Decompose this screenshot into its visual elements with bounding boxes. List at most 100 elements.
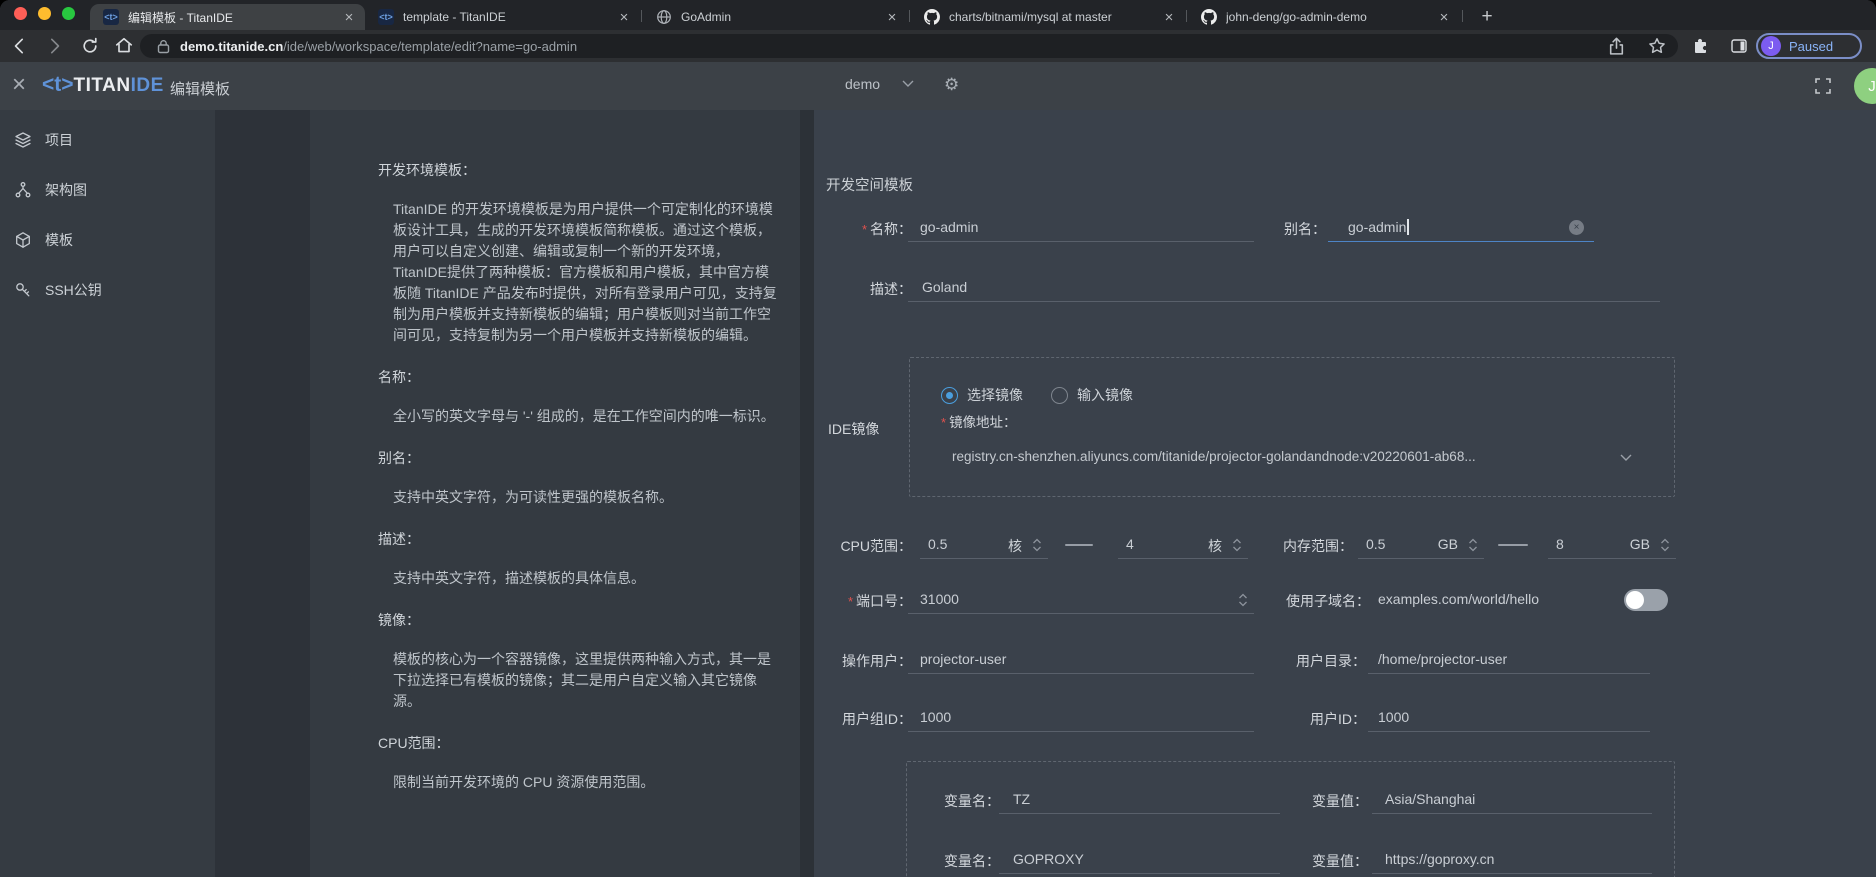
sidebar-item-architecture[interactable]: 架构图: [0, 178, 215, 202]
sidebar-item-templates[interactable]: 模板: [0, 228, 215, 252]
key-icon: [14, 281, 32, 299]
group-id-input[interactable]: 1000: [908, 703, 1254, 732]
user-dir-value: /home/projector-user: [1378, 651, 1507, 667]
env-value-value: Asia/Shanghai: [1385, 791, 1475, 807]
env-name-input[interactable]: TZ: [999, 785, 1280, 814]
help-panel: 开发环境模板： TitanIDE 的开发环境模板是为用户提供一个可定制化的环境模…: [310, 110, 800, 877]
user-dir-input[interactable]: /home/projector-user: [1368, 645, 1650, 674]
sidebar-item-projects[interactable]: 项目: [0, 128, 215, 152]
env-name-input[interactable]: GOPROXY: [999, 845, 1280, 874]
port-input[interactable]: 31000: [908, 585, 1254, 614]
app-body: 项目 架构图 模板 SSH公钥: [0, 110, 1876, 877]
memory-max-input[interactable]: 8 GB: [1548, 530, 1676, 559]
tab-close-icon[interactable]: ×: [341, 9, 357, 26]
sidebar-item-label: 模板: [45, 230, 73, 250]
description-input[interactable]: Goland: [908, 273, 1660, 302]
side-panel-icon[interactable]: [1730, 37, 1748, 55]
env-name-value: TZ: [1013, 791, 1030, 807]
page-title: 编辑模板: [170, 78, 230, 99]
address-bar[interactable]: demo.titanide.cn/ide/web/workspace/templ…: [140, 34, 1678, 58]
user-id-value: 1000: [1378, 709, 1409, 725]
tab-close-icon[interactable]: ×: [616, 9, 632, 26]
radio-input-image[interactable]: [1051, 387, 1068, 404]
memory-range-label: 内存范围：: [1253, 536, 1353, 556]
tab-goadmin[interactable]: GoAdmin ×: [643, 4, 908, 30]
github-favicon: [924, 9, 940, 25]
tab-separator: [909, 10, 910, 22]
github-favicon: [1201, 9, 1217, 25]
sidebar-item-label: SSH公钥: [45, 280, 102, 300]
home-icon[interactable]: [114, 36, 134, 56]
port-label: *端口号：: [794, 591, 912, 611]
tab-close-icon[interactable]: ×: [1161, 9, 1177, 26]
image-address-label-row: *镜像地址：: [814, 411, 1694, 435]
forward-icon[interactable]: [44, 36, 64, 56]
alias-label: 别名：: [1254, 219, 1326, 239]
operate-user-label: 操作用户：: [794, 651, 912, 671]
minimize-window-button[interactable]: [38, 7, 51, 20]
maximize-window-button[interactable]: [62, 7, 75, 20]
tab-separator: [1186, 10, 1187, 22]
image-source-radio-group: 选择镜像 输入镜像: [941, 383, 1161, 407]
radio-select-image[interactable]: [941, 387, 958, 404]
close-editor-icon[interactable]: ×: [12, 70, 26, 100]
fullscreen-icon[interactable]: [1813, 76, 1833, 96]
user-dir-label: 用户目录：: [1254, 651, 1366, 671]
close-window-button[interactable]: [14, 7, 27, 20]
profile-avatar: J: [1761, 36, 1781, 56]
back-icon[interactable]: [10, 36, 30, 56]
operate-user-value: projector-user: [920, 651, 1006, 667]
extensions-puzzle-icon[interactable]: [1692, 37, 1710, 55]
chevron-down-icon[interactable]: [1620, 454, 1632, 462]
memory-min-value: 0.5: [1366, 536, 1385, 552]
image-address-label: *镜像地址：: [941, 411, 1017, 431]
window-controls[interactable]: [14, 7, 75, 20]
tab-close-icon[interactable]: ×: [1436, 9, 1452, 26]
alias-input[interactable]: go-admin: [1328, 213, 1594, 242]
screen: <t> 编辑模板 - TitanIDE × <t> template - Tit…: [0, 0, 1876, 877]
tab-edit-template[interactable]: <t> 编辑模板 - TitanIDE ×: [90, 4, 365, 30]
image-address-value[interactable]: registry.cn-shenzhen.aliyuncs.com/titani…: [952, 449, 1476, 464]
reload-icon[interactable]: [80, 36, 100, 56]
app-header: × <t> TITAN IDE 编辑模板 demo ⚙ J: [0, 62, 1876, 110]
cpu-unit: 核: [1208, 536, 1222, 556]
stepper-icon[interactable]: [1660, 537, 1670, 553]
stepper-icon[interactable]: [1238, 592, 1248, 608]
tab-template[interactable]: <t> template - TitanIDE ×: [365, 4, 640, 30]
tab-github-demo[interactable]: john-deng/go-admin-demo ×: [1188, 4, 1460, 30]
branch-icon: [14, 181, 32, 199]
settings-gear-icon[interactable]: ⚙: [944, 75, 959, 95]
memory-min-input[interactable]: 0.5 GB: [1358, 530, 1484, 559]
stepper-icon[interactable]: [1032, 537, 1042, 553]
new-tab-button[interactable]: +: [1474, 4, 1500, 30]
subdomain-value: examples.com/world/hello: [1378, 591, 1539, 607]
name-input[interactable]: go-admin: [908, 213, 1254, 242]
operate-user-input[interactable]: projector-user: [908, 645, 1254, 674]
help-heading: 描述：: [378, 529, 780, 549]
sidebar-item-ssh-keys[interactable]: SSH公钥: [0, 278, 215, 302]
help-paragraph: 支持中英文字符，为可读性更强的模板名称。: [378, 487, 780, 508]
user-avatar[interactable]: J: [1854, 68, 1876, 104]
tab-github-charts[interactable]: charts/bitnami/mysql at master ×: [911, 4, 1185, 30]
share-icon[interactable]: [1608, 37, 1625, 56]
tab-title: GoAdmin: [681, 10, 877, 24]
cpu-min-input[interactable]: 0.5 核: [920, 530, 1048, 559]
env-var-row: 变量名： TZ 变量值： Asia/Shanghai: [814, 785, 1694, 815]
env-value-input[interactable]: Asia/Shanghai: [1372, 785, 1652, 814]
stepper-icon[interactable]: [1468, 537, 1478, 553]
cpu-max-value: 4: [1126, 536, 1134, 552]
profile-button[interactable]: J Paused: [1756, 33, 1862, 59]
user-id-input[interactable]: 1000: [1368, 703, 1650, 732]
stepper-icon[interactable]: [1232, 537, 1242, 553]
workspace-selector[interactable]: demo: [845, 76, 914, 92]
memory-unit: GB: [1438, 536, 1458, 552]
subdomain-toggle[interactable]: [1624, 589, 1668, 611]
cpu-range-label: CPU范围：: [794, 536, 912, 556]
env-value-input[interactable]: https://goproxy.cn: [1372, 845, 1652, 874]
required-mark: *: [941, 415, 946, 430]
tab-close-icon[interactable]: ×: [884, 9, 900, 26]
name-value: go-admin: [920, 219, 978, 235]
bookmark-star-icon[interactable]: [1648, 37, 1666, 55]
clear-icon[interactable]: ×: [1569, 220, 1584, 235]
cpu-max-input[interactable]: 4 核: [1118, 530, 1248, 559]
